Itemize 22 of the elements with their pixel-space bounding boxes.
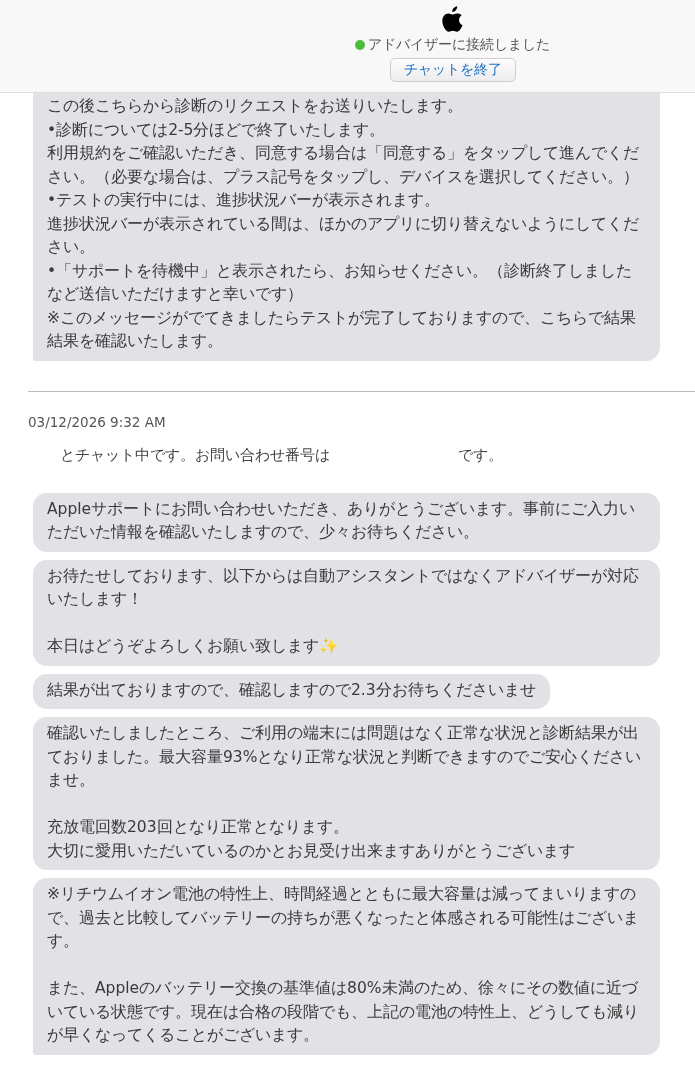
system-message: です。 <box>458 445 503 465</box>
message-text: また、Appleのバッテリー交換の基準値は80%未満のため、徐々にその数値に近づいている状態です。現在は合格の段階でも、上記の電池の特性上、どうしても減りが早くなってくることがございます。 <box>47 978 640 1046</box>
apple-logo-icon <box>441 6 464 32</box>
message-text: ※リチウムイオン電池の特性上、時間経過とともに最大容量は減ってまいりますので、過去と比較してバッテリーの持ちが悪くなったと体感される可能性はございます。 <box>47 884 640 952</box>
connection-status: アドバイザーに接続しました <box>368 36 550 54</box>
message-text: •テストの実行中には、進捗状況バーが表示されます。 <box>47 190 442 211</box>
message-text: •診断については2-5分ほどで終了いたします。 <box>47 119 387 141</box>
end-chat-button[interactable]: チャットを終了 <box>389 58 516 82</box>
message-text: Appleサポートにお問い合わせいただき、ありがとうございます。事前にご入力いただいた情報を確認いたしますので、少々お待ちください。 <box>47 498 637 543</box>
timestamp: 03/12/2026 9:32 AM <box>28 413 167 430</box>
message-text: ※このメッセージがでてきましたらテストが完了しておりますので、こちらで結果結果を確認いたします。 <box>47 307 637 352</box>
message-text: 本日はどうぞよろしくお願い致します✨ <box>47 636 339 657</box>
message-text: 大切に愛用いただいているのかとお見受け出来ますありがとうございます <box>47 840 576 862</box>
message-text: 結果が出ておりますので、確認しますので2.3分お待ちくださいませ <box>47 679 536 701</box>
message-text: 進捗状況バーが表示されている間は、ほかのアプリに切り替えないようにしてください。 <box>47 213 640 258</box>
message-text: お待たせしております、以下からは自動アシスタントではなくアドバイザーが対応いたします！ <box>47 565 640 610</box>
message-text: この後こちらから診断のリクエストをお送りいたします。 <box>47 96 464 117</box>
message-text: 利用規約をご確認いただき、同意する場合は「同意する」をタップして進んでください。（必要な場合は、プラス記号をタップし、デバイスを選択してください。） <box>47 143 640 188</box>
system-message: とチャット中です。お問い合わせ番号は <box>60 445 330 465</box>
message-text: 充放電回数203回となり正常となります。 <box>47 817 350 838</box>
message-text: 確認いたしましたところ、ご利用の端末には問題はなく正常な状況と診断結果が出ておりました。最大容量93%となり正常な状況と判断できますのでご安心くださいませ。 <box>47 723 643 791</box>
message-text: •「サポートを待機中」と表示されたら、お知らせください。（診断終了しましたなど送信いただけますと幸いです） <box>47 260 634 305</box>
